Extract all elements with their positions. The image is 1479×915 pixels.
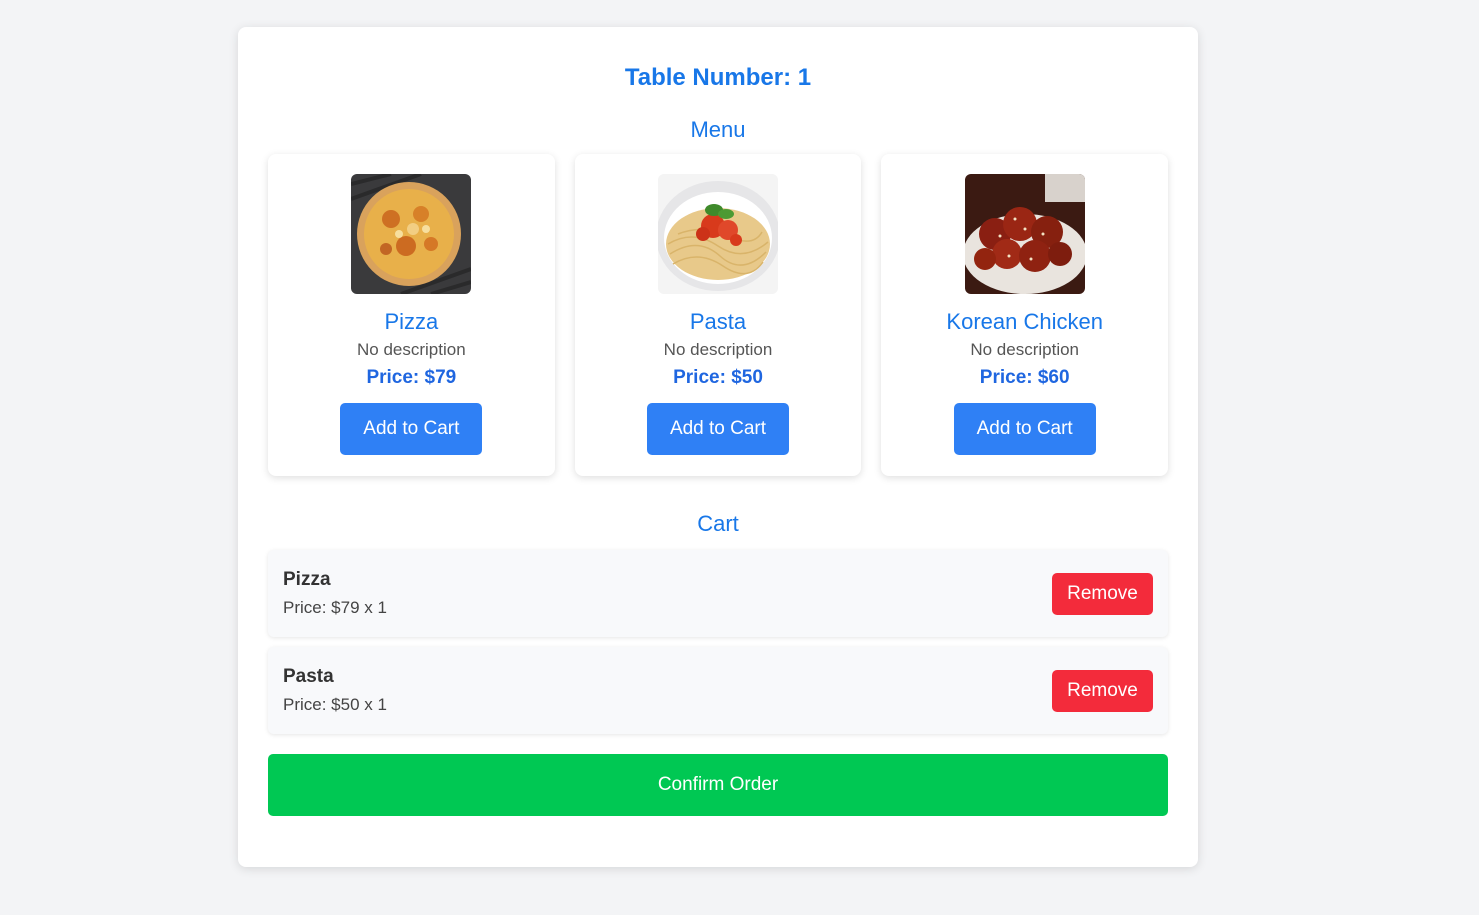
menu-card-pizza: Pizza No description Price: $79 Add to C… [268, 154, 555, 476]
pasta-image [658, 174, 778, 294]
pizza-image [351, 174, 472, 294]
cart-item-price: Price: $50 x 1 [283, 695, 387, 714]
item-description: No description [357, 340, 466, 359]
menu-heading: Menu [690, 117, 746, 142]
menu-card-pasta: Pasta No description Price: $50 Add to C… [574, 154, 862, 476]
add-to-cart-button[interactable]: Add to Cart [340, 403, 483, 455]
cart-item-name: Pasta [283, 666, 334, 687]
menu-card-korean-chicken: Korean Chicken No description Price: $60… [881, 154, 1169, 476]
cart-item-price: Price: $79 x 1 [283, 598, 387, 617]
item-price: Price: $50 [673, 367, 763, 388]
cart-item-name: Pizza [283, 569, 331, 590]
item-price: Price: $79 [366, 367, 457, 388]
item-description: No description [663, 340, 773, 359]
korean-chicken-image [964, 174, 1085, 294]
add-to-cart-button[interactable]: Add to Cart [647, 403, 789, 455]
cart-heading: Cart [697, 511, 739, 536]
cart-item: Pasta Price: $50 x 1 Remove [268, 647, 1168, 734]
page-title: Table Number: 1 [624, 64, 812, 91]
item-price: Price: $60 [979, 367, 1070, 388]
item-name: Pizza [384, 309, 439, 334]
cart-item: Pizza Price: $79 x 1 Remove [268, 550, 1168, 637]
cart-list: Pizza Price: $79 x 1 Remove Pasta Price:… [268, 550, 1168, 734]
remove-button[interactable]: Remove [1052, 572, 1153, 615]
cart-item-info: Pizza Price: $79 x 1 [283, 567, 387, 620]
confirm-order-button[interactable]: Confirm Order [268, 754, 1168, 816]
menu-grid: Pizza No description Price: $79 Add to C… [268, 154, 1169, 476]
order-panel: Table Number: 1 Menu Pizza No descriptio… [238, 27, 1198, 867]
add-to-cart-button[interactable]: Add to Cart [953, 403, 1096, 455]
item-description: No description [970, 340, 1080, 359]
item-name: Pasta [689, 309, 747, 334]
remove-button[interactable]: Remove [1052, 669, 1153, 712]
item-name: Korean Chicken [946, 309, 1103, 334]
cart-item-info: Pasta Price: $50 x 1 [283, 664, 387, 717]
